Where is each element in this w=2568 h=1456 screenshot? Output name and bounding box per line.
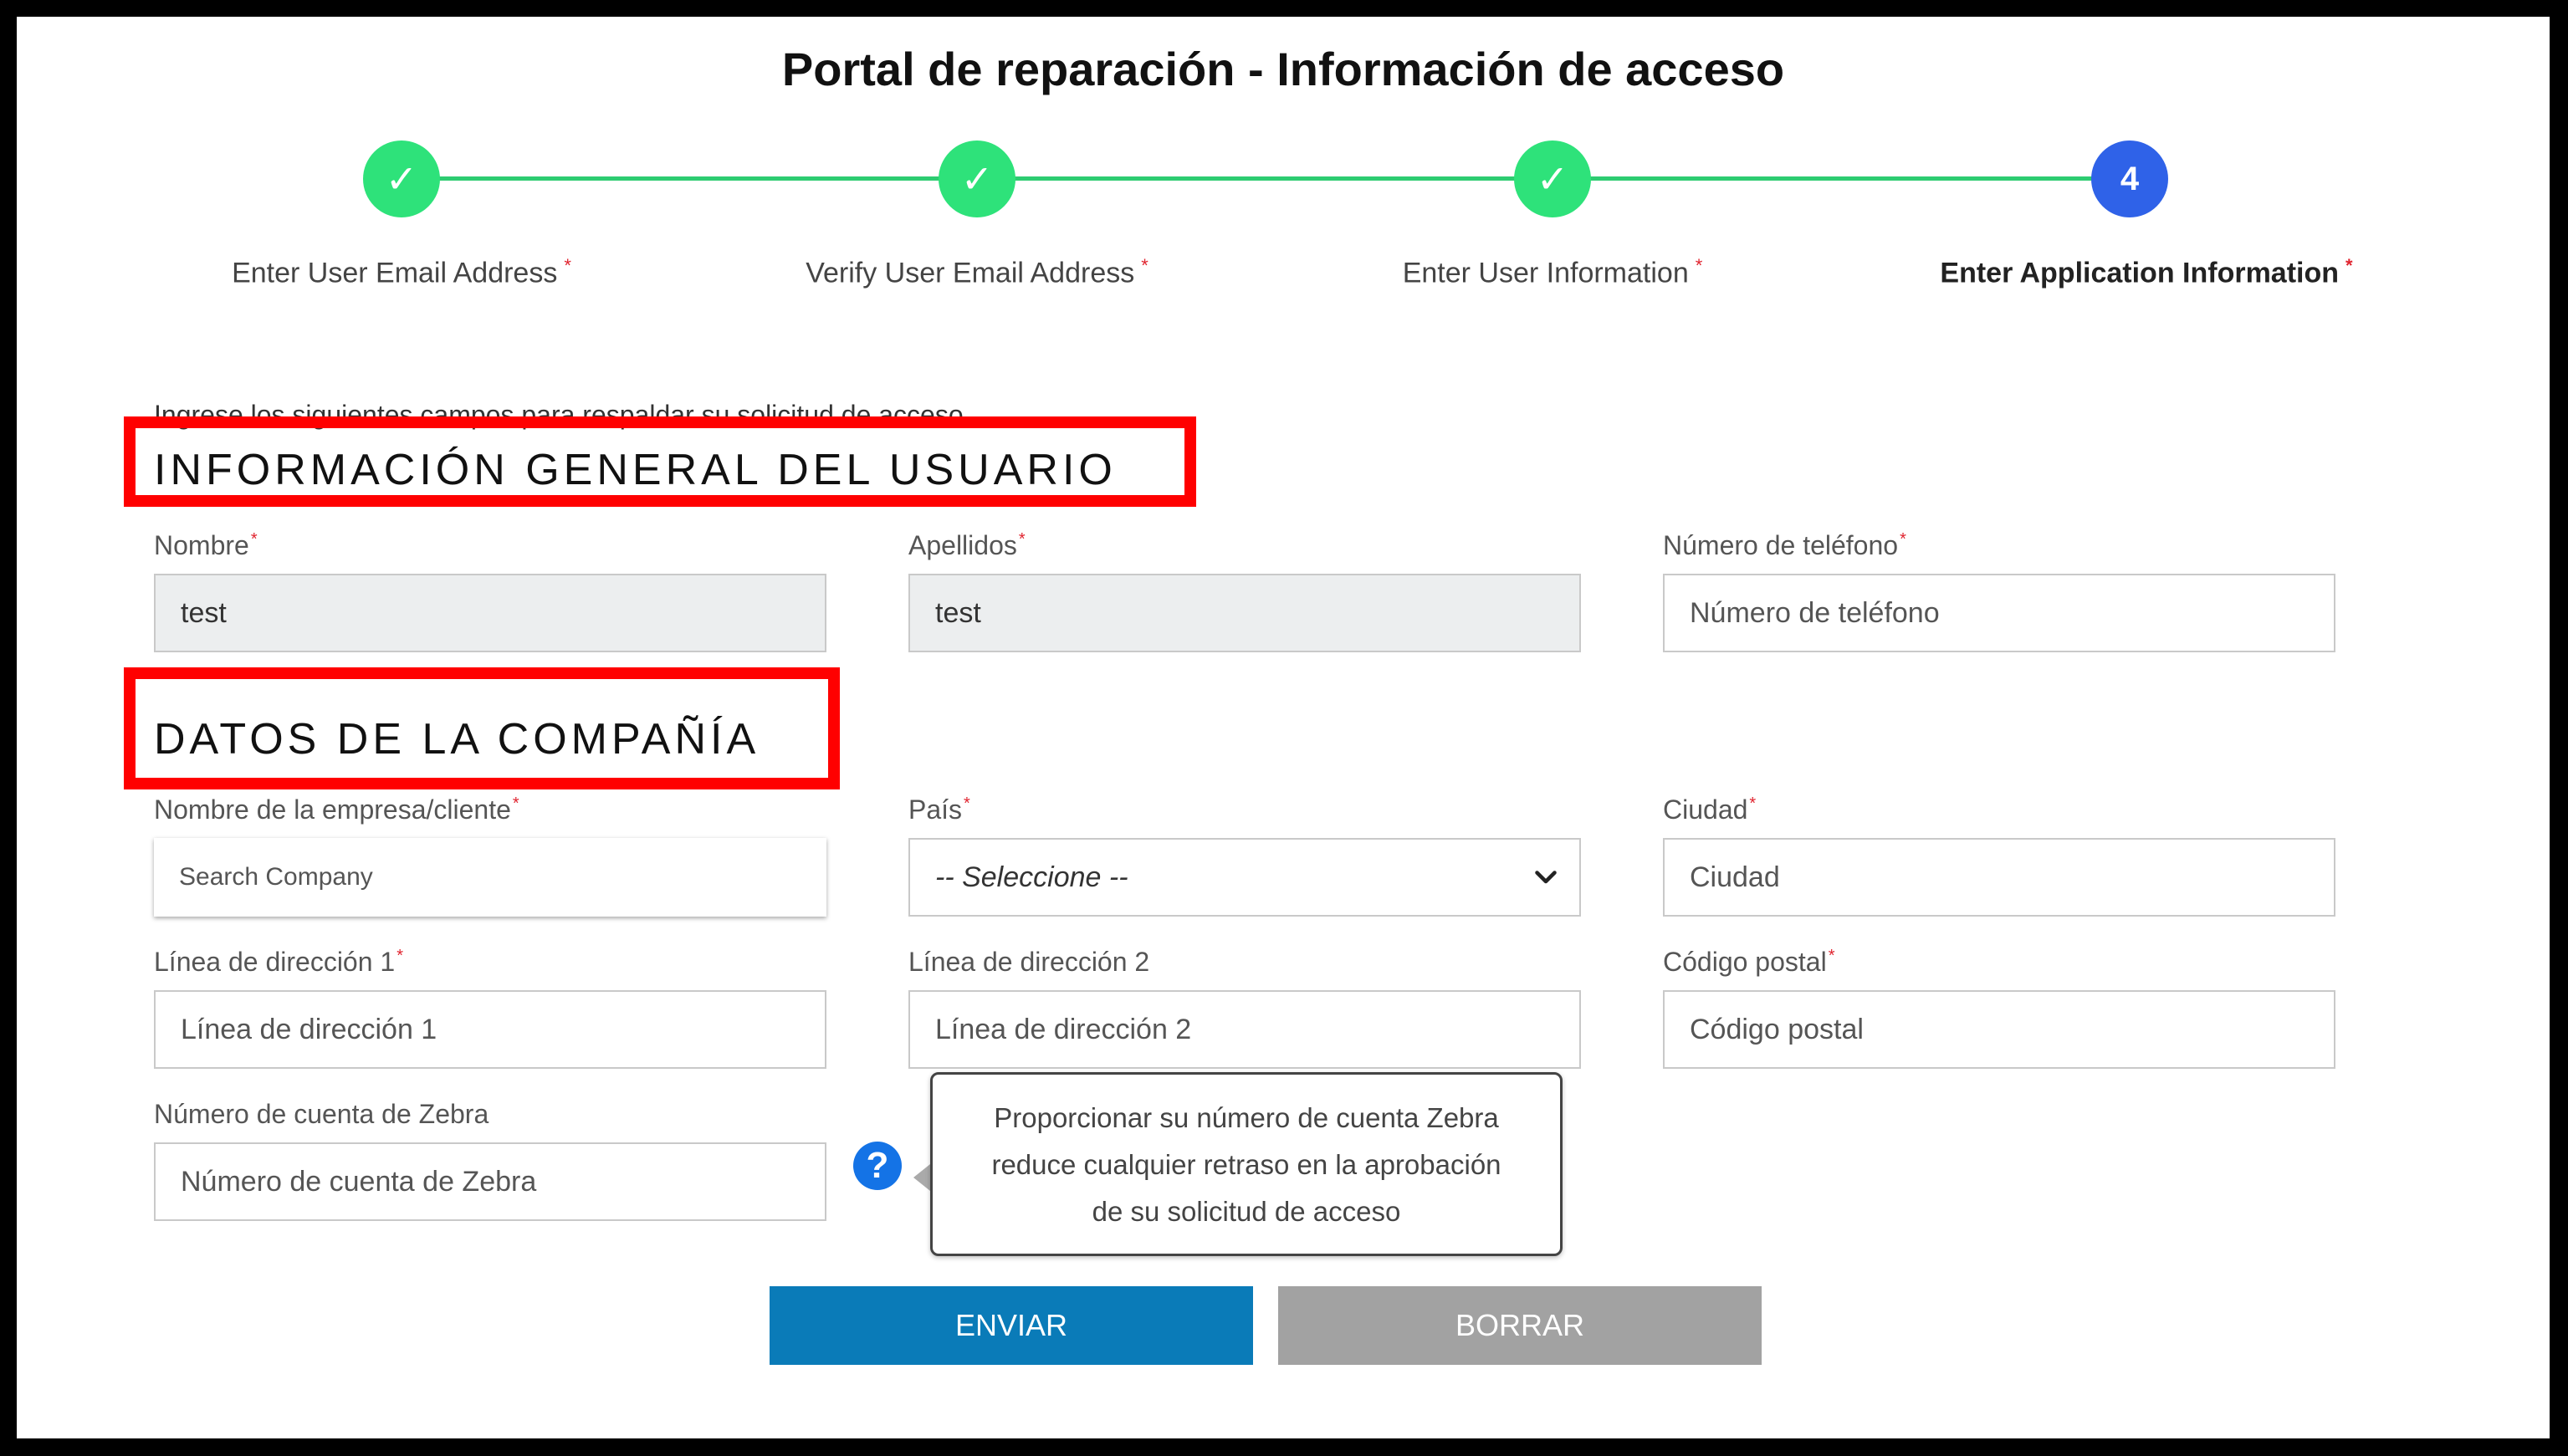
step-3-label-text: Enter User Information: [1402, 257, 1689, 289]
required-marker: *: [964, 794, 970, 814]
required-marker: *: [396, 947, 403, 966]
address1-label: Línea de dirección 1 *: [154, 947, 403, 978]
postal-input[interactable]: [1663, 990, 2335, 1069]
step-2-label-text: Verify User Email Address: [806, 257, 1135, 289]
step-4-number: 4: [2091, 140, 2168, 217]
help-tooltip: Proporcionar su número de cuenta Zebra r…: [930, 1072, 1563, 1256]
company-label: Nombre de la empresa/cliente *: [154, 794, 519, 825]
first-name-label: Nombre *: [154, 530, 258, 561]
step-1-check-icon: ✓: [363, 140, 440, 217]
required-marker: *: [2345, 255, 2353, 276]
step-3-label: Enter User Information *: [1251, 255, 1854, 289]
last-name-label-text: Apellidos: [908, 530, 1017, 560]
page-title: Portal de reparación - Información de ac…: [781, 43, 1785, 95]
tooltip-line: reduce cualquier retraso en la aprobació…: [991, 1149, 1501, 1180]
required-marker: *: [1828, 947, 1835, 966]
tooltip-line: Proporcionar su número de cuenta Zebra: [994, 1102, 1499, 1133]
address2-label: Línea de dirección 2: [908, 947, 1150, 977]
city-label: Ciudad *: [1663, 794, 1756, 825]
city-label-text: Ciudad: [1663, 794, 1748, 825]
address2-input[interactable]: [908, 990, 1581, 1069]
required-marker: *: [512, 794, 519, 814]
zebra-account-input[interactable]: [154, 1142, 826, 1221]
required-marker: *: [250, 530, 258, 549]
country-select[interactable]: -- Seleccione --: [908, 838, 1581, 917]
required-marker: *: [1141, 255, 1148, 276]
country-selected-value: -- Seleccione --: [935, 861, 1128, 893]
tooltip-line: de su solicitud de acceso: [1092, 1196, 1401, 1227]
phone-label: Número de teléfono *: [1663, 530, 1906, 561]
phone-label-text: Número de teléfono: [1663, 530, 1899, 560]
step-connector-1: [402, 176, 970, 181]
section-title-user: INFORMACIÓN GENERAL DEL USUARIO: [154, 446, 1117, 494]
step-connector-3: [1556, 176, 2108, 181]
company-search-input[interactable]: [154, 838, 826, 917]
step-1-label: Enter User Email Address *: [100, 255, 703, 289]
step-2-check-icon: ✓: [939, 140, 1015, 217]
required-marker: *: [1900, 530, 1906, 549]
required-marker: *: [1749, 794, 1757, 814]
address1-label-text: Línea de dirección 1: [154, 947, 396, 977]
address1-input[interactable]: [154, 990, 826, 1069]
required-marker: *: [1695, 255, 1703, 276]
step-1-label-text: Enter User Email Address: [232, 257, 558, 289]
postal-label: Código postal *: [1663, 947, 1834, 978]
postal-label-text: Código postal: [1663, 947, 1827, 977]
phone-input[interactable]: [1663, 574, 2335, 652]
clear-button[interactable]: BORRAR: [1278, 1286, 1762, 1365]
submit-button[interactable]: ENVIAR: [770, 1286, 1253, 1365]
city-input[interactable]: [1663, 838, 2335, 917]
section-title-company: DATOS DE LA COMPAÑÍA: [154, 715, 760, 764]
country-label: País *: [908, 794, 970, 825]
required-marker: *: [564, 255, 571, 276]
zebra-account-label: Número de cuenta de Zebra: [154, 1099, 489, 1129]
required-marker: *: [1018, 530, 1026, 549]
first-name-input[interactable]: [154, 574, 826, 652]
step-2-label: Verify User Email Address *: [676, 255, 1278, 289]
last-name-input[interactable]: [908, 574, 1581, 652]
company-label-text: Nombre de la empresa/cliente: [154, 794, 511, 825]
step-4-label: Enter Application Information *: [1845, 255, 2448, 289]
question-icon[interactable]: ?: [853, 1142, 902, 1190]
chevron-down-icon: [1535, 871, 1557, 884]
step-connector-2: [979, 176, 1547, 181]
page-frame: Portal de reparación - Información de ac…: [17, 17, 2550, 1438]
country-label-text: País: [908, 794, 963, 825]
step-4-label-text: Enter Application Information: [1940, 257, 2340, 289]
last-name-label: Apellidos *: [908, 530, 1026, 561]
tooltip-arrow: [913, 1164, 930, 1191]
step-3-check-icon: ✓: [1514, 140, 1591, 217]
first-name-label-text: Nombre: [154, 530, 249, 560]
